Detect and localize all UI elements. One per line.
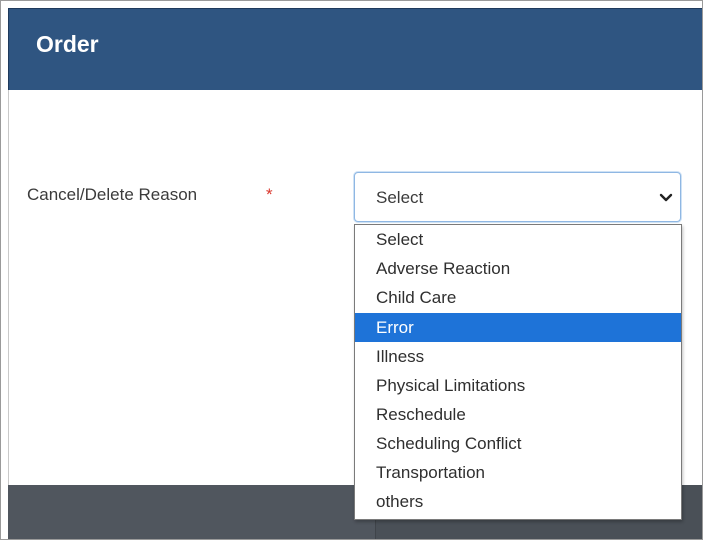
- option-scheduling-conflict[interactable]: Scheduling Conflict: [355, 429, 681, 458]
- required-marker: *: [266, 185, 273, 204]
- option-child-care[interactable]: Child Care: [355, 283, 681, 312]
- option-physical-limitations[interactable]: Physical Limitations: [355, 371, 681, 400]
- option-transportation[interactable]: Transportation: [355, 458, 681, 487]
- chevron-down-icon: [659, 193, 673, 202]
- select-current-value: Select: [376, 188, 424, 207]
- option-illness[interactable]: Illness: [355, 342, 681, 371]
- dialog-header: Order: [8, 8, 702, 90]
- dialog-title: Order: [36, 31, 99, 57]
- cancel-reason-select[interactable]: Select: [354, 172, 681, 222]
- option-reschedule[interactable]: Reschedule: [355, 400, 681, 429]
- cancel-reason-label: Cancel/Delete Reason: [27, 185, 198, 204]
- order-window: Order Cancel/Delete Reason * Select Sele…: [0, 0, 703, 540]
- option-select[interactable]: Select: [355, 225, 681, 254]
- option-adverse-reaction[interactable]: Adverse Reaction: [355, 254, 681, 283]
- option-others[interactable]: others: [355, 487, 681, 516]
- reason-dropdown-list: Select Adverse Reaction Child Care Error…: [354, 224, 682, 520]
- footer-left-section: [8, 485, 376, 539]
- option-error[interactable]: Error: [355, 313, 681, 342]
